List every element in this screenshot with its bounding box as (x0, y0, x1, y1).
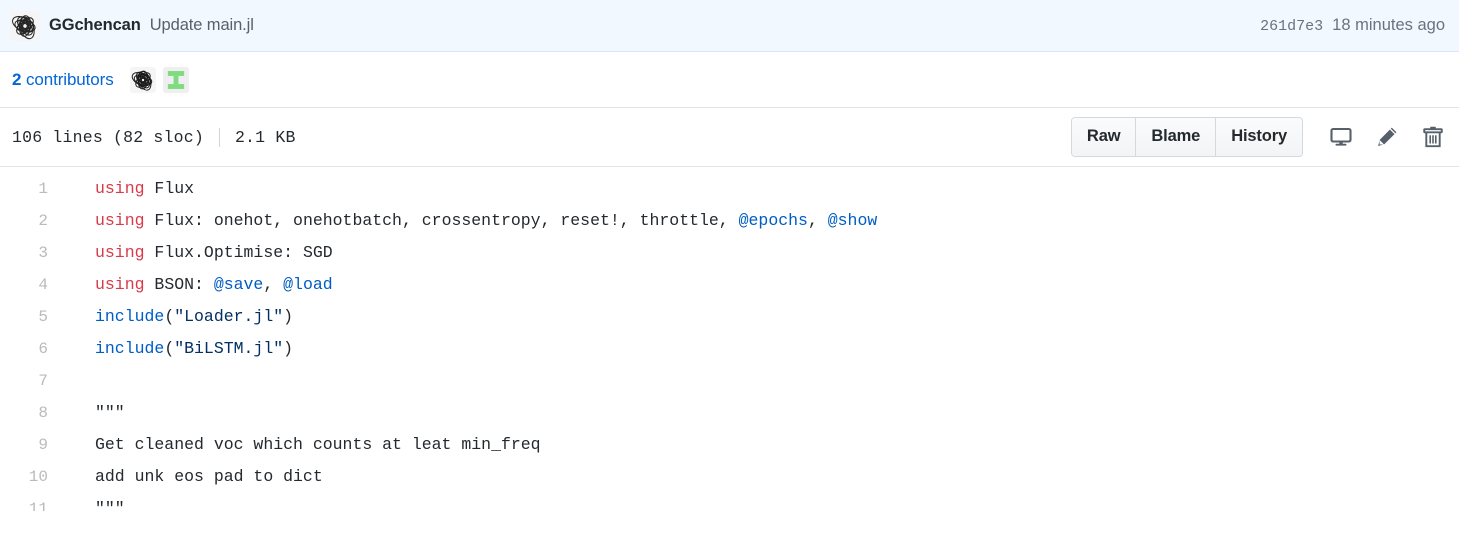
line-number[interactable]: 10 (0, 461, 62, 493)
code-token: , (807, 211, 828, 230)
blame-button[interactable]: Blame (1136, 118, 1217, 156)
code-token: @epochs (738, 211, 808, 230)
contributors-link[interactable]: 2 contributors (12, 70, 114, 90)
commit-author-name[interactable]: GGchencan (49, 16, 141, 35)
code-line-row: 6 include("BiLSTM.jl") (0, 333, 1459, 365)
code-token: ) (283, 339, 294, 358)
line-code[interactable]: include("Loader.jl") (62, 301, 1459, 333)
commit-header-bar: GGchencan Update main.jl 261d7e3 18 minu… (0, 0, 1459, 52)
line-code[interactable]: using BSON: @save, @load (62, 269, 1459, 301)
code-line-row: 2 using Flux: onehot, onehotbatch, crosse… (0, 205, 1459, 237)
desktop-icon-button[interactable] (1329, 125, 1353, 149)
file-meta: 106 lines (82 sloc) 2.1 KB (12, 127, 296, 147)
code-line-row: 3 using Flux.Optimise: SGD (0, 237, 1459, 269)
code-token: @show (827, 211, 878, 230)
line-number[interactable]: 1 (0, 173, 62, 205)
code-token: ) (283, 307, 294, 326)
code-token: @load (283, 275, 333, 294)
pencil-icon (1378, 127, 1397, 146)
meta-divider (218, 127, 220, 147)
line-number[interactable]: 2 (0, 205, 62, 237)
pencil-icon-button[interactable] (1375, 125, 1399, 149)
line-number[interactable]: 8 (0, 397, 62, 429)
line-number[interactable]: 6 (0, 333, 62, 365)
file-content-blob[interactable]: 1 using Flux 2 using Flux: onehot, onehotba… (0, 167, 1459, 511)
avatar-green-glyph-icon[interactable] (162, 66, 189, 93)
trash-icon (1423, 126, 1443, 148)
code-lines: 1 using Flux 2 using Flux: onehot, onehotba… (0, 173, 1459, 511)
commit-message[interactable]: Update main.jl (150, 16, 254, 35)
commit-sha[interactable]: 261d7e3 (1260, 18, 1323, 35)
code-token: "BiLSTM.jl" (174, 339, 284, 358)
contributors-label: contributors (21, 69, 114, 89)
code-token: """ (95, 403, 125, 422)
code-token: Get cleaned voc which counts at leat min… (95, 435, 541, 454)
code-table: 1 using Flux 2 using Flux: onehot, onehotba… (0, 173, 1459, 511)
code-token: add unk eos pad to dict (95, 467, 323, 486)
line-number[interactable]: 5 (0, 301, 62, 333)
line-code[interactable]: add unk eos pad to dict (62, 461, 1459, 493)
raw-button[interactable]: Raw (1071, 118, 1137, 156)
file-view-button-group: Raw Blame History (1070, 117, 1303, 157)
code-token: """ (95, 499, 125, 511)
line-code[interactable]: """ (62, 397, 1459, 429)
desktop-icon (1330, 127, 1352, 146)
line-code[interactable]: """ (62, 493, 1459, 511)
line-number[interactable]: 11 (0, 493, 62, 511)
avatar-scribble-dark-icon[interactable] (10, 10, 40, 41)
contributors-count: 2 (12, 69, 22, 89)
code-line-row: 9 Get cleaned voc which counts at leat mi… (0, 429, 1459, 461)
commit-timestamp: 18 minutes ago (1332, 16, 1445, 34)
history-button[interactable]: History (1216, 118, 1302, 156)
code-line-row: 8 """ (0, 397, 1459, 429)
avatar-scribble-dark-icon[interactable] (129, 66, 156, 93)
code-token: ( (164, 339, 175, 358)
code-token: Flux.Optimise: SGD (144, 243, 333, 262)
code-token: include (95, 307, 165, 326)
code-line-row: 11 """ (0, 493, 1459, 511)
line-code[interactable]: using Flux (62, 173, 1459, 205)
code-token: using (95, 275, 145, 294)
code-token: , (263, 275, 284, 294)
code-line-row: 10 add unk eos pad to dict (0, 461, 1459, 493)
line-code[interactable]: using Flux: onehot, onehotbatch, crossen… (62, 205, 1459, 237)
line-number[interactable]: 4 (0, 269, 62, 301)
code-token: @save (213, 275, 264, 294)
line-code[interactable]: using Flux.Optimise: SGD (62, 237, 1459, 269)
code-line-row: 4 using BSON: @save, @load (0, 269, 1459, 301)
file-size: 2.1 KB (234, 127, 296, 147)
file-toolbar: 106 lines (82 sloc) 2.1 KB Raw Blame His… (0, 108, 1459, 167)
code-line-row: 5 include("Loader.jl") (0, 301, 1459, 333)
code-token: using (95, 243, 145, 262)
code-token: BSON: (144, 275, 214, 294)
commit-author-block: GGchencan Update main.jl (10, 10, 254, 41)
line-number[interactable]: 7 (0, 365, 62, 397)
commit-meta: 261d7e3 18 minutes ago (1260, 16, 1445, 35)
code-line-row: 1 using Flux (0, 173, 1459, 205)
trash-icon-button[interactable] (1421, 125, 1445, 149)
file-line-count: 106 lines (82 sloc) (12, 127, 204, 147)
line-code[interactable]: Get cleaned voc which counts at leat min… (62, 429, 1459, 461)
code-token: Flux: onehot, onehotbatch, crossentropy,… (144, 211, 739, 230)
contributors-bar: 2 contributors (0, 52, 1459, 108)
code-token: Flux (144, 179, 195, 198)
code-token: ( (164, 307, 175, 326)
line-code[interactable] (62, 365, 1459, 397)
code-token: "Loader.jl" (174, 307, 284, 326)
code-line-row: 7 (0, 365, 1459, 397)
line-number[interactable]: 9 (0, 429, 62, 461)
line-number[interactable]: 3 (0, 237, 62, 269)
contributor-avatar-list (129, 66, 189, 93)
code-token: include (95, 339, 165, 358)
code-token: using (95, 179, 145, 198)
code-token: using (95, 211, 145, 230)
file-actions: Raw Blame History (1070, 117, 1445, 157)
line-code[interactable]: include("BiLSTM.jl") (62, 333, 1459, 365)
